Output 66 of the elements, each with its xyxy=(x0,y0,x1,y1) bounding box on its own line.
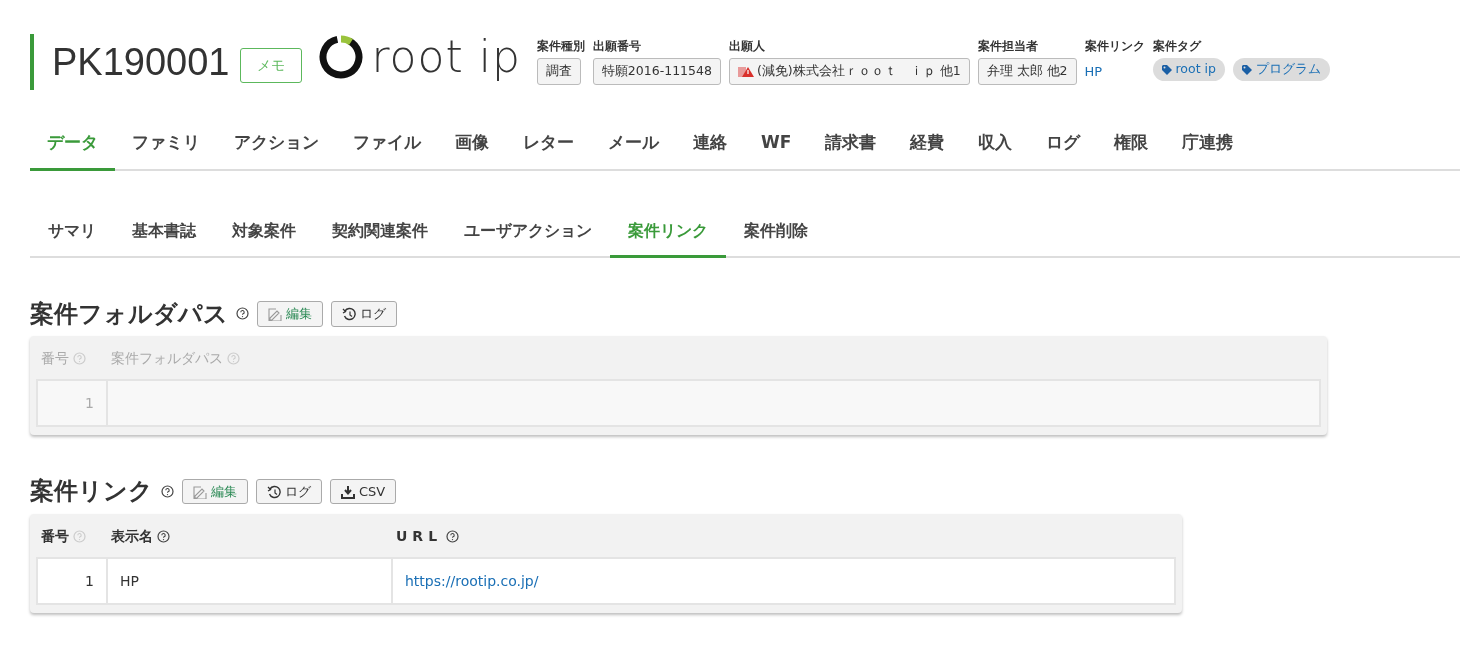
help-icon xyxy=(157,530,170,544)
field-value: 調査 xyxy=(536,58,581,85)
help-icon xyxy=(236,307,249,321)
edit-button[interactable]: 編集 xyxy=(182,478,248,505)
main-tab[interactable]: 請求書 xyxy=(808,118,894,171)
history-icon xyxy=(267,484,281,499)
url-link[interactable]: https://rootip.co.jp/ xyxy=(405,572,539,589)
tag-icon xyxy=(1241,64,1252,75)
main-tab[interactable]: 画像 xyxy=(438,118,506,171)
tag[interactable]: root ip xyxy=(1152,58,1225,81)
field-label: 出願人 xyxy=(728,38,766,55)
csv-button[interactable]: CSV xyxy=(330,478,397,505)
field-value: 弁理 太郎 他2 xyxy=(977,58,1077,85)
case-id: PK190001 xyxy=(30,34,230,90)
history-icon xyxy=(342,306,356,321)
field-value: 特願2016-111548 xyxy=(592,58,721,85)
main-tab[interactable]: 庁連携 xyxy=(1165,118,1251,171)
main-tab[interactable]: 収入 xyxy=(961,118,1030,171)
ring-icon xyxy=(317,34,364,80)
tag[interactable]: プログラム xyxy=(1232,58,1330,81)
table-cell: 1 xyxy=(85,572,94,589)
section-title: 案件フォルダパス xyxy=(30,299,228,329)
main-tab[interactable]: アクション xyxy=(217,118,336,171)
column-header: URL xyxy=(396,527,443,547)
sub-tab[interactable]: 案件リンク xyxy=(610,206,726,258)
main-tab[interactable]: 連絡 xyxy=(676,118,744,171)
field-label: 案件リンク xyxy=(1084,38,1145,55)
sub-tab[interactable]: 基本書誌 xyxy=(114,206,214,258)
field-label: 案件担当者 xyxy=(977,38,1039,55)
field-value: (減免)株式会社ｒｏｏｔ ｉｐ 他1 xyxy=(756,62,961,81)
main-tab[interactable]: 経費 xyxy=(893,118,962,171)
column-header: 案件フォルダパス xyxy=(111,349,223,369)
sub-tab[interactable]: ユーザアクション xyxy=(446,206,610,258)
main-tab[interactable]: レター xyxy=(506,118,591,171)
field-label: 案件タグ xyxy=(1152,38,1203,55)
sub-tab[interactable]: 対象案件 xyxy=(214,206,314,258)
main-tab[interactable]: ファイル xyxy=(336,118,438,171)
column-header: 表示名 xyxy=(111,527,153,547)
pencil-icon xyxy=(268,306,282,321)
main-tab[interactable]: ログ xyxy=(1029,118,1098,171)
column-header: 番号 xyxy=(41,527,69,547)
field-label: 出願番号 xyxy=(592,38,642,55)
main-tab[interactable]: 権限 xyxy=(1097,118,1166,171)
help-icon xyxy=(227,352,240,366)
help-icon xyxy=(73,352,86,366)
sub-tab[interactable]: サマリ xyxy=(30,206,114,258)
section-title: 案件リンク xyxy=(30,477,153,507)
case-link[interactable]: HP xyxy=(1084,58,1103,86)
log-button[interactable]: ログ xyxy=(256,478,322,505)
help-icon xyxy=(446,530,460,544)
pencil-icon xyxy=(193,484,207,499)
table-cell: 1 xyxy=(85,394,94,411)
field-label: 案件種別 xyxy=(536,38,585,55)
tag-icon xyxy=(1161,64,1172,75)
help-icon xyxy=(73,530,86,544)
help-icon xyxy=(161,485,174,499)
sub-tab[interactable]: 契約関連案件 xyxy=(314,206,446,258)
logo-text: root ip xyxy=(371,35,521,79)
table-cell: HP xyxy=(120,572,139,589)
sub-tab[interactable]: 案件削除 xyxy=(726,206,826,258)
main-tab[interactable]: メール xyxy=(591,118,676,171)
main-tab[interactable]: ファミリ xyxy=(115,118,217,171)
main-tab[interactable]: WF xyxy=(744,118,809,171)
download-icon xyxy=(341,484,355,499)
main-tab[interactable]: データ xyxy=(30,118,115,171)
column-header: 番号 xyxy=(41,349,69,369)
